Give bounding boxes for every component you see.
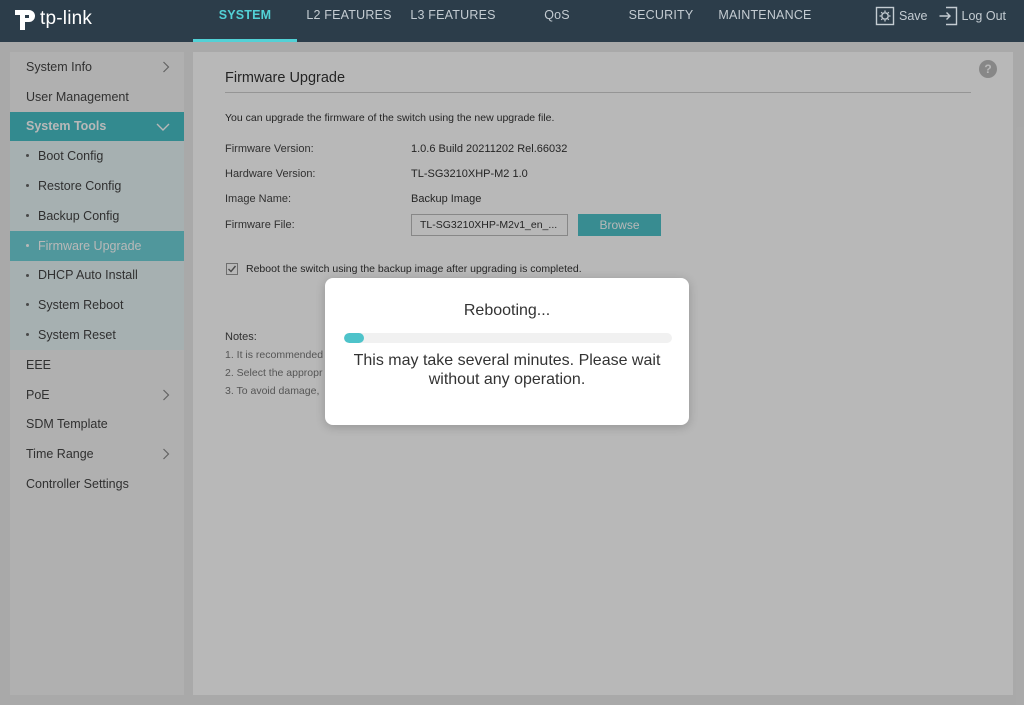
bullet-icon — [26, 333, 29, 337]
image-name-label: Image Name: — [225, 193, 292, 205]
sidebar-item-label: System Info — [26, 59, 92, 74]
hardware-version-value: TL-SG3210XHP-M2 1.0 — [411, 168, 528, 180]
sidebar-item-label: PoE — [26, 387, 50, 402]
reboot-progress-fill — [344, 333, 364, 343]
brand-name: tp-link — [40, 8, 93, 29]
page-description: You can upgrade the firmware of the swit… — [225, 112, 555, 124]
sidebar-item-dhcp-auto-install[interactable]: DHCP Auto Install — [10, 260, 184, 291]
firmware-file-field[interactable]: TL-SG3210XHP-M2v1_en_... — [411, 214, 568, 236]
nav-tab-qos[interactable]: QoS — [505, 0, 609, 42]
sidebar-item-label: System Reboot — [38, 298, 124, 313]
sidebar-item-label: SDM Template — [26, 417, 108, 432]
sidebar-item-eee[interactable]: EEE — [10, 350, 184, 380]
sidebar-item-label: DHCP Auto Install — [38, 268, 138, 283]
sidebar-item-restore-config[interactable]: Restore Config — [10, 171, 184, 201]
bullet-icon — [26, 273, 29, 277]
sidebar-item-label: Controller Settings — [26, 477, 129, 492]
firmware-file-label: Firmware File: — [225, 219, 295, 231]
checkmark-icon — [228, 265, 237, 273]
sidebar-item-system-reboot[interactable]: System Reboot — [10, 290, 184, 321]
top-actions: Save Log Out — [875, 6, 1006, 26]
sidebar-item-label: Time Range — [26, 447, 94, 462]
tp-link-logo-icon — [15, 10, 35, 30]
reboot-checkbox[interactable] — [226, 263, 238, 275]
nav-tab-l3-features[interactable]: L3 FEATURES — [401, 0, 505, 42]
reboot-checkbox-label: Reboot the switch using the backup image… — [246, 263, 582, 275]
sidebar-item-firmware-upgrade[interactable]: Firmware Upgrade — [10, 230, 184, 261]
note-item: 1. It is recommended — [225, 349, 324, 361]
logout-icon — [939, 6, 957, 26]
sidebar: System Info User Management System Tools… — [10, 52, 184, 695]
chevron-right-icon — [163, 61, 170, 73]
image-name-value: Backup Image — [411, 193, 482, 205]
sidebar-item-label: EEE — [26, 357, 52, 372]
firmware-version-label: Firmware Version: — [225, 143, 314, 155]
sidebar-item-user-management[interactable]: User Management — [10, 82, 184, 112]
browse-button[interactable]: Browse — [578, 214, 661, 236]
tp-link-logo: tp-link — [12, 6, 92, 32]
sidebar-item-label: Firmware Upgrade — [38, 238, 142, 253]
sidebar-item-label: Backup Config — [38, 208, 120, 223]
sidebar-item-label: Boot Config — [38, 149, 104, 164]
chevron-right-icon — [163, 448, 170, 460]
page-title: Firmware Upgrade — [225, 70, 346, 86]
note-item: 3. To avoid damage, — [225, 385, 320, 397]
sidebar-item-label: Restore Config — [38, 179, 122, 194]
hardware-version-label: Hardware Version: — [225, 168, 316, 180]
dialog-message: This may take several minutes. Please wa… — [353, 352, 661, 388]
title-divider — [225, 92, 971, 93]
main-nav: SYSTEM L2 FEATURES L3 FEATURES QoS SECUR… — [193, 0, 817, 42]
bullet-icon — [26, 243, 29, 247]
bullet-icon — [26, 213, 29, 217]
nav-tab-security[interactable]: SECURITY — [609, 0, 713, 42]
nav-tab-system[interactable]: SYSTEM — [193, 0, 297, 42]
save-label: Save — [899, 9, 928, 23]
sidebar-item-backup-config[interactable]: Backup Config — [10, 200, 184, 231]
nav-tab-maintenance[interactable]: MAINTENANCE — [713, 0, 817, 42]
rebooting-dialog: Rebooting... This may take several minut… — [325, 278, 689, 425]
top-navigation-bar: tp-link SYSTEM L2 FEATURES L3 FEATURES Q… — [0, 0, 1024, 42]
sidebar-item-sdm-template[interactable]: SDM Template — [10, 410, 184, 440]
sidebar-item-controller-settings[interactable]: Controller Settings — [10, 469, 184, 499]
chevron-right-icon — [163, 389, 170, 401]
dialog-title: Rebooting... — [463, 302, 551, 319]
chevron-down-icon — [156, 123, 170, 131]
sidebar-item-label: System Tools — [26, 119, 107, 134]
sidebar-item-label: System Reset — [38, 328, 116, 343]
sidebar-item-system-info[interactable]: System Info — [10, 52, 184, 82]
sidebar-item-system-tools[interactable]: System Tools — [10, 111, 184, 142]
logout-button[interactable]: Log Out — [938, 6, 1006, 26]
sidebar-item-boot-config[interactable]: Boot Config — [10, 141, 184, 172]
save-icon — [875, 6, 895, 26]
sidebar-item-label: User Management — [26, 89, 129, 104]
note-item: 2. Select the appropr — [225, 367, 323, 379]
sidebar-item-time-range[interactable]: Time Range — [10, 439, 184, 469]
help-icon[interactable]: ? — [979, 60, 997, 78]
bullet-icon — [26, 184, 29, 188]
save-button[interactable]: Save — [875, 6, 928, 26]
nav-tab-l2-features[interactable]: L2 FEATURES — [297, 0, 401, 42]
bullet-icon — [26, 303, 29, 307]
sidebar-item-poe[interactable]: PoE — [10, 380, 184, 410]
notes-title: Notes: — [225, 331, 257, 343]
bullet-icon — [26, 154, 29, 158]
firmware-version-value: 1.0.6 Build 20211202 Rel.66032 — [411, 143, 568, 155]
logout-label: Log Out — [961, 9, 1006, 23]
reboot-progress-bar — [344, 333, 672, 343]
sidebar-item-system-reset[interactable]: System Reset — [10, 320, 184, 350]
